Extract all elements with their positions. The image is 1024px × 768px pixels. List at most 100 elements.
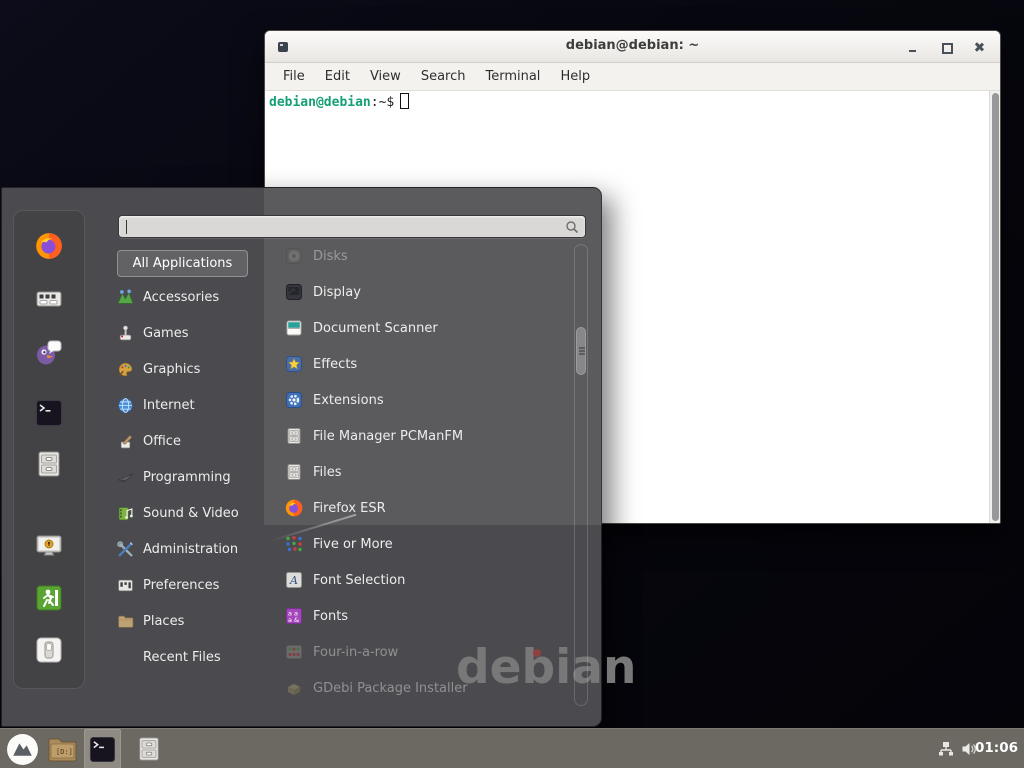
firefox-icon: [35, 232, 63, 260]
terminal-titlebar[interactable]: debian@debian: ~: [265, 31, 1000, 63]
menu-scrollbar[interactable]: [574, 244, 588, 706]
category-recent-files[interactable]: Recent Files: [117, 642, 272, 672]
app-disks[interactable]: Disks: [285, 241, 571, 271]
prompt-user-host: debian@debian: [269, 95, 371, 110]
administration-icon: [117, 541, 134, 558]
menu-edit[interactable]: Edit: [315, 65, 360, 88]
taskbar-clock[interactable]: 01:06: [975, 740, 1018, 756]
accessories-icon: [117, 289, 134, 306]
effects-icon: [285, 355, 303, 373]
internet-icon: [117, 397, 134, 414]
app-five-or-more[interactable]: Five or More: [285, 529, 571, 559]
display-icon: [285, 283, 303, 301]
menu-view[interactable]: View: [360, 65, 411, 88]
taskbar-menu-button[interactable]: [3, 729, 41, 768]
taskbar: [D:]: [0, 728, 1024, 768]
session-shut-down[interactable]: [35, 636, 63, 664]
favorite-pidgin[interactable]: [35, 338, 63, 366]
terminal-scrollbar[interactable]: [989, 91, 1000, 523]
mixer-icon: [35, 285, 63, 313]
file-cabinet-icon: [136, 735, 162, 763]
terminal-scrollbar-thumb[interactable]: [992, 93, 999, 521]
firefox-icon: [285, 499, 303, 517]
extensions-icon: [285, 391, 303, 409]
category-graphics[interactable]: Graphics: [117, 354, 272, 384]
favorite-file-manager[interactable]: [35, 450, 63, 478]
pidgin-icon: [35, 338, 63, 366]
graphics-icon: [117, 361, 134, 378]
taskbar-terminal-launcher[interactable]: [84, 729, 121, 768]
svg-text:[D:]: [D:]: [56, 748, 73, 756]
app-fonts[interactable]: a a a & Fonts: [285, 601, 571, 631]
taskbar-folder-launcher[interactable]: [D:]: [44, 729, 80, 768]
disks-icon: [285, 247, 303, 265]
category-administration[interactable]: Administration: [117, 534, 272, 564]
session-lock-screen[interactable]: [35, 533, 63, 561]
menu-scrollbar-thumb[interactable]: [576, 327, 586, 375]
minimize-button[interactable]: [906, 40, 920, 54]
favorite-multimedia-settings[interactable]: [35, 285, 63, 313]
menu-button-icon: [6, 733, 39, 766]
terminal-icon: [35, 399, 63, 427]
log-out-icon: [35, 584, 63, 612]
office-icon: [117, 433, 134, 450]
sound-video-icon: [117, 505, 134, 522]
programming-icon: [117, 469, 134, 486]
app-font-selection[interactable]: A Font Selection: [285, 565, 571, 595]
category-accessories[interactable]: Accessories: [117, 282, 272, 312]
desktop: debian@debian: ~ File Edit View Search T…: [0, 0, 1024, 768]
five-or-more-icon: [285, 535, 303, 553]
close-button[interactable]: [972, 40, 986, 54]
gdebi-icon: [285, 679, 303, 697]
category-places[interactable]: Places: [117, 606, 272, 636]
file-cabinet-icon: [285, 463, 303, 481]
app-gdebi-package-installer[interactable]: GDebi Package Installer: [285, 673, 571, 703]
category-internet[interactable]: Internet: [117, 390, 272, 420]
scrollbar-grip: [579, 347, 585, 349]
fonts-icon: a a a &: [285, 607, 303, 625]
search-input[interactable]: [118, 215, 586, 238]
category-games[interactable]: Games: [117, 318, 272, 348]
prompt-path: :~$: [371, 95, 394, 110]
document-scanner-icon: [285, 319, 303, 337]
menu-terminal[interactable]: Terminal: [475, 65, 550, 88]
app-files[interactable]: Files: [285, 457, 571, 487]
taskbar-file-manager-launcher[interactable]: [131, 729, 167, 768]
shut-down-icon: [35, 636, 63, 664]
lock-screen-icon: [35, 533, 63, 561]
text-caret: [126, 220, 127, 234]
terminal-cursor: [400, 93, 409, 109]
folder-icon: [D:]: [47, 735, 78, 763]
games-icon: [117, 325, 134, 342]
svg-text:A: A: [289, 574, 298, 587]
places-icon: [117, 613, 134, 630]
maximize-button[interactable]: [939, 40, 953, 54]
session-log-out[interactable]: [35, 584, 63, 612]
menu-help[interactable]: Help: [550, 65, 600, 88]
app-extensions[interactable]: Extensions: [285, 385, 571, 415]
app-firefox-esr[interactable]: Firefox ESR: [285, 493, 571, 523]
app-effects[interactable]: Effects: [285, 349, 571, 379]
search-icon: [565, 220, 579, 234]
category-all-applications[interactable]: All Applications: [117, 250, 248, 277]
terminal-menubar: File Edit View Search Terminal Help: [265, 63, 1000, 91]
file-cabinet-icon: [35, 450, 63, 478]
category-preferences[interactable]: Preferences: [117, 570, 272, 600]
app-document-scanner[interactable]: Document Scanner: [285, 313, 571, 343]
terminal-title: debian@debian: ~: [265, 38, 1000, 53]
menu-file[interactable]: File: [273, 65, 315, 88]
app-four-in-a-row[interactable]: Four-in-a-row: [285, 637, 571, 667]
app-file-manager-pcmanfm[interactable]: File Manager PCManFM: [285, 421, 571, 451]
category-office[interactable]: Office: [117, 426, 272, 456]
file-cabinet-icon: [285, 427, 303, 445]
app-display[interactable]: Display: [285, 277, 571, 307]
font-selection-icon: A: [285, 571, 303, 589]
favorite-firefox[interactable]: [35, 232, 63, 260]
category-sound-video[interactable]: Sound & Video: [117, 498, 272, 528]
category-programming[interactable]: Programming: [117, 462, 272, 492]
favorite-terminal[interactable]: [35, 399, 63, 427]
terminal-icon: [89, 736, 116, 763]
four-in-a-row-icon: [285, 643, 303, 661]
network-icon[interactable]: [938, 741, 954, 757]
menu-search[interactable]: Search: [411, 65, 476, 88]
